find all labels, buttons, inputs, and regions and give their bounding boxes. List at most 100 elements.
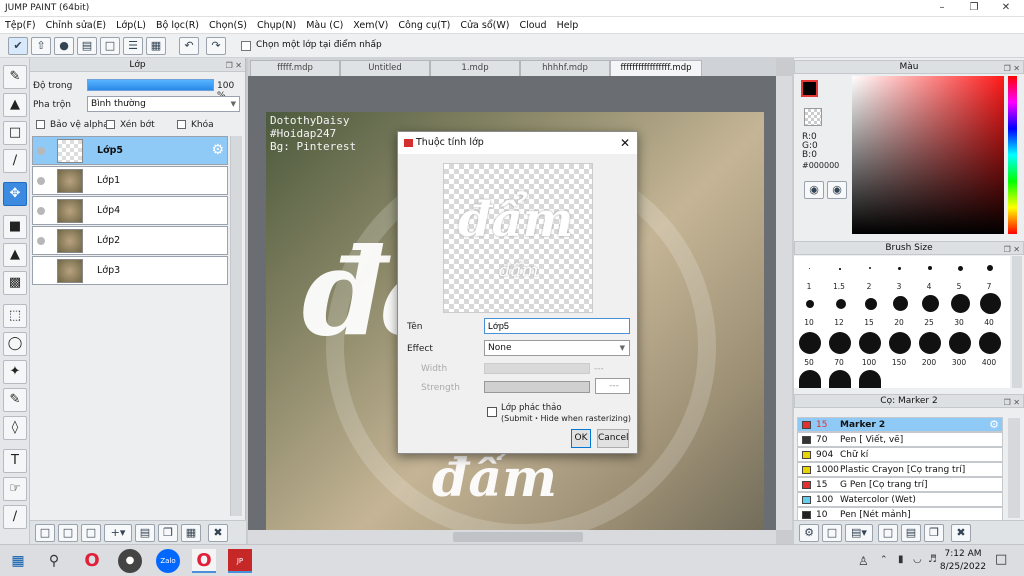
app-icon[interactable]: ● [118,549,142,573]
menu-edit[interactable]: Chỉnh sửa(E) [41,17,112,34]
panel-float-close-icon[interactable]: ❐ ✕ [1004,62,1020,75]
minimize-button[interactable]: – [926,0,958,16]
trash-icon[interactable]: ✖ [208,524,228,542]
protect-alpha-checkbox[interactable] [36,120,45,129]
people-icon[interactable]: ♙ [858,554,869,568]
new-layer-alt-icon[interactable]: □ [58,524,78,542]
layer-row[interactable]: Lớp3 [32,256,228,285]
wifi-icon[interactable]: ◡ [913,554,922,565]
opera-icon[interactable]: O [80,549,104,573]
tab-document[interactable]: 1.mdp [430,60,520,76]
brush-size-dot[interactable] [893,296,908,311]
ok-button[interactable]: OK [571,429,591,448]
brush-size-dot[interactable] [806,300,814,308]
speech-bubble-icon[interactable]: ● [54,37,74,55]
visibility-icon[interactable] [37,207,45,215]
duplicate-icon[interactable]: ❐ [158,524,178,542]
panel-float-close-icon[interactable]: ❐ ✕ [226,59,242,73]
bucket-tool-icon[interactable]: ▲ [3,243,27,267]
brush-size-dot[interactable] [922,295,939,312]
tab-document[interactable]: Untitled [340,60,430,76]
brush-size-grid[interactable]: 1 1.5 2 3 4 5 7 10 12 15 20 25 30 40 50 … [794,256,1010,388]
menu-filter[interactable]: Bộ lọc(R) [151,17,204,34]
brush-size-dot[interactable] [919,332,941,354]
tab-document[interactable]: hhhhf.mdp [520,60,610,76]
gear-icon[interactable]: ⚙ [211,142,224,158]
menu-help[interactable]: Help [552,17,584,34]
menu-tools[interactable]: Công cụ(T) [393,17,455,34]
panel-float-close-icon[interactable]: ❐ ✕ [1004,243,1020,256]
blend-mode-select[interactable]: Bình thường ▼ [87,96,240,112]
check-icon[interactable]: ✔ [8,37,28,55]
draft-layer-checkbox[interactable] [487,407,497,417]
menu-select[interactable]: Chọn(S) [204,17,252,34]
eyedropper-tool-icon[interactable]: ∕ [3,505,27,529]
brush-size-dot[interactable] [839,268,841,270]
maximize-button[interactable]: ❐ [958,0,990,16]
panel-float-close-icon[interactable]: ❐ ✕ [1004,396,1020,409]
chevron-up-icon[interactable]: ⌃ [880,555,888,565]
brush-size-dot[interactable] [869,267,871,269]
brush-size-dot[interactable] [809,268,810,269]
jump-paint-icon[interactable]: JP [228,549,252,573]
brush-size-dot[interactable] [928,266,932,270]
tab-document[interactable]: fffff.mdp [250,60,340,76]
canvas-vertical-scrollbar[interactable] [776,76,792,530]
brush-page-icon[interactable]: □ [878,524,898,542]
visibility-icon[interactable] [37,237,45,245]
brush-list-item[interactable]: 1000 Plastic Crayon [Cọ trang trí] [797,462,1003,477]
select-pen-icon[interactable]: ✎ [3,388,27,412]
opacity-slider[interactable] [87,79,214,91]
folder-icon[interactable]: ▤ [135,524,155,542]
comment-icon[interactable]: ▤ [77,37,97,55]
new-folder-layer-icon[interactable]: □ [81,524,101,542]
volume-icon[interactable]: ♬ [928,554,937,565]
menu-layer[interactable]: Lớp(L) [111,17,151,34]
brush-list-item[interactable]: 904 Chữ kí [797,447,1003,462]
brush-duplicate-icon[interactable]: ❐ [924,524,944,542]
brush-size-dot[interactable] [949,332,971,354]
palette-alt-icon[interactable]: ◉ [827,181,847,199]
brush-folder-icon[interactable]: ▤ [901,524,921,542]
menu-file[interactable]: Tệp(F) [0,17,41,34]
brush-settings-icon[interactable]: ⚙ [799,524,819,542]
palette-icon[interactable]: ◉ [804,181,824,199]
clock-date[interactable]: 8/25/2022 [939,562,987,572]
brush-list-scrollbar[interactable] [1008,418,1020,518]
layer-row[interactable]: Lớp2 [32,226,228,255]
brush-size-dot[interactable] [958,266,963,271]
windows-start-icon[interactable]: ▦ [6,549,30,573]
brush-size-dot[interactable] [865,298,877,310]
canvas-horizontal-scrollbar[interactable] [248,530,776,544]
zalo-icon[interactable]: Zalo [156,549,180,573]
layer-scrollbar[interactable] [230,136,242,516]
layer-row[interactable]: Lớp5 ⚙ [32,136,228,165]
layer-row[interactable]: Lớp4 [32,196,228,225]
undo-icon[interactable]: ↶ [179,37,199,55]
gradient-tool-icon[interactable]: ▩ [3,271,27,295]
magic-wand-icon[interactable]: ✦ [3,360,27,384]
new-brush-icon[interactable]: □ [822,524,842,542]
layer-row[interactable]: Lớp1 [32,166,228,195]
brush-size-dot[interactable] [799,332,821,354]
gear-icon[interactable]: ⚙ [989,418,999,432]
rect-tool-icon[interactable]: □ [3,121,27,145]
close-window-button[interactable]: ✕ [990,0,1022,16]
brush-dropdown-icon[interactable]: ▤▾ [845,524,873,542]
lasso-select-icon[interactable]: ◯ [3,332,27,356]
new-layer-icon[interactable]: □ [35,524,55,542]
transparent-color-swatch[interactable] [804,108,822,126]
brush-size-dot[interactable] [980,293,1001,314]
pen-tool-icon[interactable]: ✎ [3,65,27,89]
select-eraser-icon[interactable]: ◊ [3,416,27,440]
export-icon[interactable]: ⇧ [31,37,51,55]
brush-list-item[interactable]: 70 Pen [ Viết, vẽ] [797,432,1003,447]
color-picker-square[interactable] [852,76,1004,234]
lock-checkbox[interactable] [177,120,186,129]
layer-name-input[interactable] [484,318,630,334]
line-tool-icon[interactable]: ∕ [3,149,27,173]
brush-list-item[interactable]: 15 G Pen [Cọ trang trí] [797,477,1003,492]
brush-size-dot[interactable] [889,332,911,354]
width-slider[interactable] [484,363,590,374]
brush-size-dot[interactable] [987,265,993,271]
